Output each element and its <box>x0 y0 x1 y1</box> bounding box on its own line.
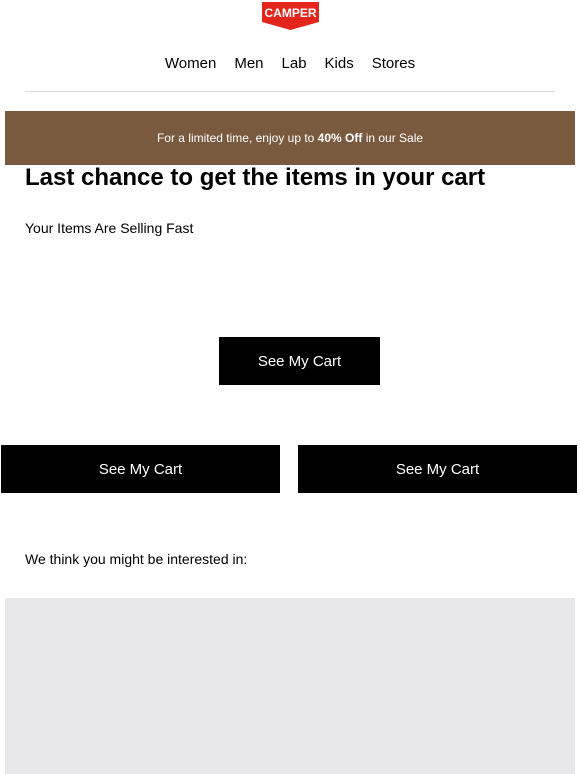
camper-logo[interactable]: CAMPER <box>262 0 319 30</box>
promo-text-after: in our Sale <box>362 131 424 145</box>
recommendations-heading: We think you might be interested in: <box>25 551 248 567</box>
page-subheading: Your Items Are Selling Fast <box>25 220 194 236</box>
main-nav: Women Men Lab Kids Stores <box>0 54 580 74</box>
nav-item-women[interactable]: Women <box>165 54 216 74</box>
see-my-cart-button-left[interactable]: See My Cart <box>1 445 280 493</box>
page-headline: Last chance to get the items in your car… <box>25 164 486 191</box>
nav-item-men[interactable]: Men <box>234 54 263 74</box>
see-my-cart-button-right[interactable]: See My Cart <box>298 445 577 493</box>
nav-divider <box>25 91 555 92</box>
recommended-product-image[interactable] <box>5 598 575 774</box>
promo-banner[interactable]: For a limited time, enjoy up to 40% Off … <box>5 111 575 165</box>
promo-text: For a limited time, enjoy up to 40% Off … <box>157 131 423 145</box>
nav-item-stores[interactable]: Stores <box>372 54 415 74</box>
nav-item-kids[interactable]: Kids <box>325 54 354 74</box>
camper-logo-icon: CAMPER <box>262 2 319 30</box>
promo-discount: 40% Off <box>317 131 363 145</box>
logo-text: CAMPER <box>264 6 316 20</box>
see-my-cart-button[interactable]: See My Cart <box>219 337 380 385</box>
nav-item-lab[interactable]: Lab <box>282 54 307 74</box>
promo-text-before: For a limited time, enjoy up to <box>156 131 318 145</box>
